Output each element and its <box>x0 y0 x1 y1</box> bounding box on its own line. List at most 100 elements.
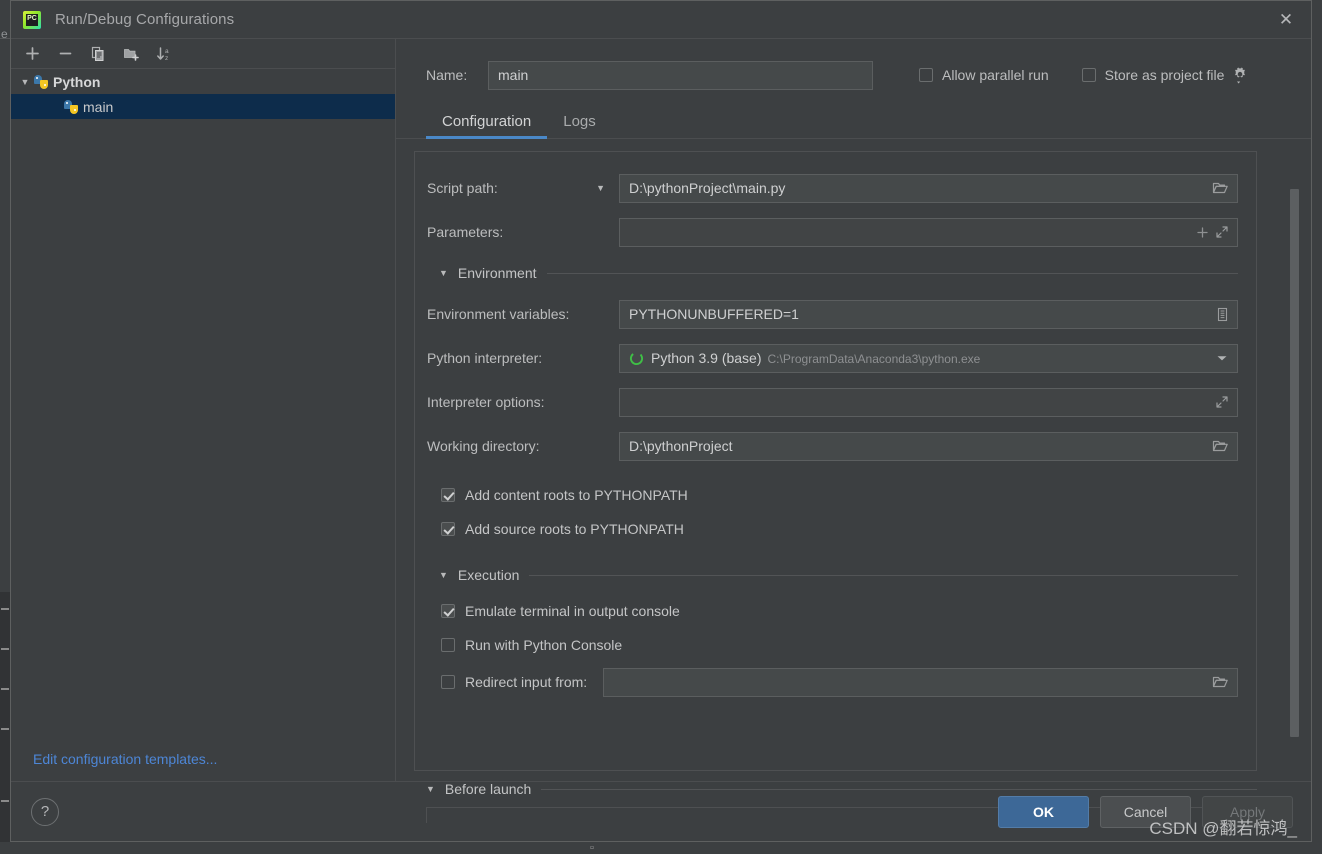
ide-gutter-tick <box>1 648 9 650</box>
interpreter-options-label: Interpreter options: <box>427 394 545 410</box>
python-interpreter-value: Python 3.9 (base) C:\ProgramData\Anaconda… <box>651 350 1209 366</box>
tree-item-label: main <box>83 98 114 115</box>
chevron-down-icon[interactable]: ▼ <box>439 570 448 580</box>
interpreter-options-row: Interpreter options: <box>427 380 1238 424</box>
gear-dropdown-icon[interactable] <box>1232 66 1248 84</box>
working-directory-value: D:\pythonProject <box>629 438 733 454</box>
working-directory-label: Working directory: <box>427 438 540 454</box>
configuration-tabs[interactable]: Configuration Logs <box>396 95 1311 139</box>
add-configuration-button[interactable] <box>20 43 44 65</box>
python-icon <box>63 99 79 115</box>
name-label: Name: <box>426 67 468 83</box>
ide-gutter-tick <box>1 800 9 802</box>
edit-list-icon[interactable] <box>1216 307 1229 322</box>
insert-macro-icon[interactable] <box>1196 226 1209 239</box>
parameters-label-wrap: Parameters: <box>427 224 619 240</box>
configuration-form-scroll: Script path: ▼ D:\pythonProject\main.py <box>396 139 1311 823</box>
checkbox-box[interactable] <box>441 488 455 502</box>
redirect-input-row: Redirect input from: <box>427 662 1238 702</box>
emulate-terminal-checkbox[interactable]: Emulate terminal in output console <box>427 594 1238 628</box>
configurations-left-panel: a z ▼ Python main Edit configuration tem… <box>11 39 396 781</box>
cancel-button[interactable]: Cancel <box>1100 795 1191 828</box>
tree-item-main[interactable]: main <box>11 94 395 119</box>
scrollbar-thumb[interactable] <box>1290 189 1299 737</box>
working-directory-label-wrap: Working directory: <box>427 438 619 454</box>
remove-configuration-button[interactable] <box>53 43 77 65</box>
edit-configuration-templates-link[interactable]: Edit configuration templates... <box>33 751 217 767</box>
ok-button[interactable]: OK <box>998 795 1089 828</box>
environment-variables-row: Environment variables: PYTHONUNBUFFERED=… <box>427 292 1238 336</box>
run-debug-configurations-dialog: PC Run/Debug Configurations ✕ a z ▼ Pyth… <box>10 0 1312 842</box>
python-interpreter-select[interactable]: Python 3.9 (base) C:\ProgramData\Anaconda… <box>619 343 1238 373</box>
parameters-input[interactable] <box>619 217 1238 247</box>
redirect-input-checkbox[interactable] <box>441 675 455 689</box>
add-source-roots-label: Add source roots to PYTHONPATH <box>465 521 684 537</box>
add-content-roots-checkbox[interactable]: Add content roots to PYTHONPATH <box>427 478 1238 512</box>
redirect-input-field[interactable] <box>603 667 1238 697</box>
chevron-down-icon[interactable] <box>1215 353 1229 363</box>
allow-parallel-run-label: Allow parallel run <box>942 67 1049 83</box>
interpreter-options-input[interactable] <box>619 387 1238 417</box>
chevron-down-icon[interactable]: ▼ <box>439 268 448 278</box>
folder-open-icon[interactable] <box>1212 439 1229 453</box>
expand-icon[interactable] <box>1215 225 1229 239</box>
ide-divider <box>0 38 10 39</box>
tab-configuration[interactable]: Configuration <box>426 113 548 139</box>
environment-variables-input[interactable]: PYTHONUNBUFFERED=1 <box>619 299 1238 329</box>
script-path-value: D:\pythonProject\main.py <box>629 180 786 196</box>
interpreter-options-label-wrap: Interpreter options: <box>427 394 619 410</box>
script-path-input[interactable]: D:\pythonProject\main.py <box>619 173 1238 203</box>
tab-logs[interactable]: Logs <box>547 113 612 139</box>
allow-parallel-run-checkbox[interactable]: Allow parallel run <box>919 67 1049 83</box>
tree-group-python[interactable]: ▼ Python <box>11 69 395 94</box>
python-icon <box>33 74 49 90</box>
parameters-label: Parameters: <box>427 224 504 240</box>
checkbox-box[interactable] <box>441 638 455 652</box>
parameters-row: Parameters: <box>427 210 1238 254</box>
help-button[interactable]: ? <box>31 797 59 826</box>
folder-open-icon[interactable] <box>1212 675 1229 689</box>
python-interpreter-label: Python interpreter: <box>427 350 543 366</box>
section-rule <box>529 574 1238 576</box>
execution-section-header[interactable]: ▼ Execution <box>427 556 1238 594</box>
pycharm-logo-text: PC <box>27 14 37 22</box>
expand-icon[interactable] <box>1215 395 1229 409</box>
close-icon[interactable]: ✕ <box>1275 9 1297 31</box>
new-folder-button[interactable] <box>119 43 143 65</box>
checkbox-box[interactable] <box>441 604 455 618</box>
run-with-python-console-label: Run with Python Console <box>465 637 623 653</box>
script-path-label: Script path: <box>427 180 498 196</box>
sort-configurations-button[interactable]: a z <box>152 43 176 65</box>
checkbox-box[interactable] <box>919 68 933 82</box>
dialog-title: Run/Debug Configurations <box>55 11 235 28</box>
configuration-right-panel: Name: Allow parallel run Store as projec… <box>396 39 1311 823</box>
store-as-project-file-label: Store as project file <box>1104 67 1225 83</box>
configurations-tree[interactable]: ▼ Python main <box>11 69 395 781</box>
execution-section-label: Execution <box>457 567 520 583</box>
emulate-terminal-label: Emulate terminal in output console <box>465 603 680 619</box>
chevron-down-icon[interactable]: ▼ <box>17 77 33 87</box>
add-source-roots-checkbox[interactable]: Add source roots to PYTHONPATH <box>427 512 1238 546</box>
python-env-icon <box>629 351 644 366</box>
add-content-roots-label: Add content roots to PYTHONPATH <box>465 487 688 503</box>
name-input[interactable] <box>488 60 873 90</box>
working-directory-input[interactable]: D:\pythonProject <box>619 431 1238 461</box>
folder-open-icon[interactable] <box>1212 181 1229 195</box>
dialog-footer: ? OK Cancel Apply CSDN @翻若惊鸿_ <box>11 781 1311 841</box>
checkbox-box[interactable] <box>1081 68 1096 82</box>
run-with-python-console-checkbox[interactable]: Run with Python Console <box>427 628 1238 662</box>
python-interpreter-row: Python interpreter: Python 3.9 (base) C:\… <box>427 336 1238 380</box>
python-interpreter-label-wrap: Python interpreter: <box>427 350 619 366</box>
ide-gutter-tick <box>1 608 9 610</box>
environment-section-header[interactable]: ▼ Environment <box>427 254 1238 292</box>
configuration-scrollbar[interactable] <box>1290 145 1299 745</box>
script-path-label-wrap: Script path: ▼ <box>427 180 619 196</box>
svg-text:a: a <box>165 48 169 55</box>
dialog-titlebar: PC Run/Debug Configurations ✕ <box>11 1 1311 38</box>
ide-left-strip-dark <box>0 592 10 854</box>
script-path-dropdown-caret-icon[interactable]: ▼ <box>596 183 605 193</box>
script-path-row: Script path: ▼ D:\pythonProject\main.py <box>427 166 1238 210</box>
store-as-project-file-checkbox[interactable]: Store as project file <box>1081 67 1225 83</box>
checkbox-box[interactable] <box>441 522 455 536</box>
copy-configuration-button[interactable] <box>86 43 110 65</box>
